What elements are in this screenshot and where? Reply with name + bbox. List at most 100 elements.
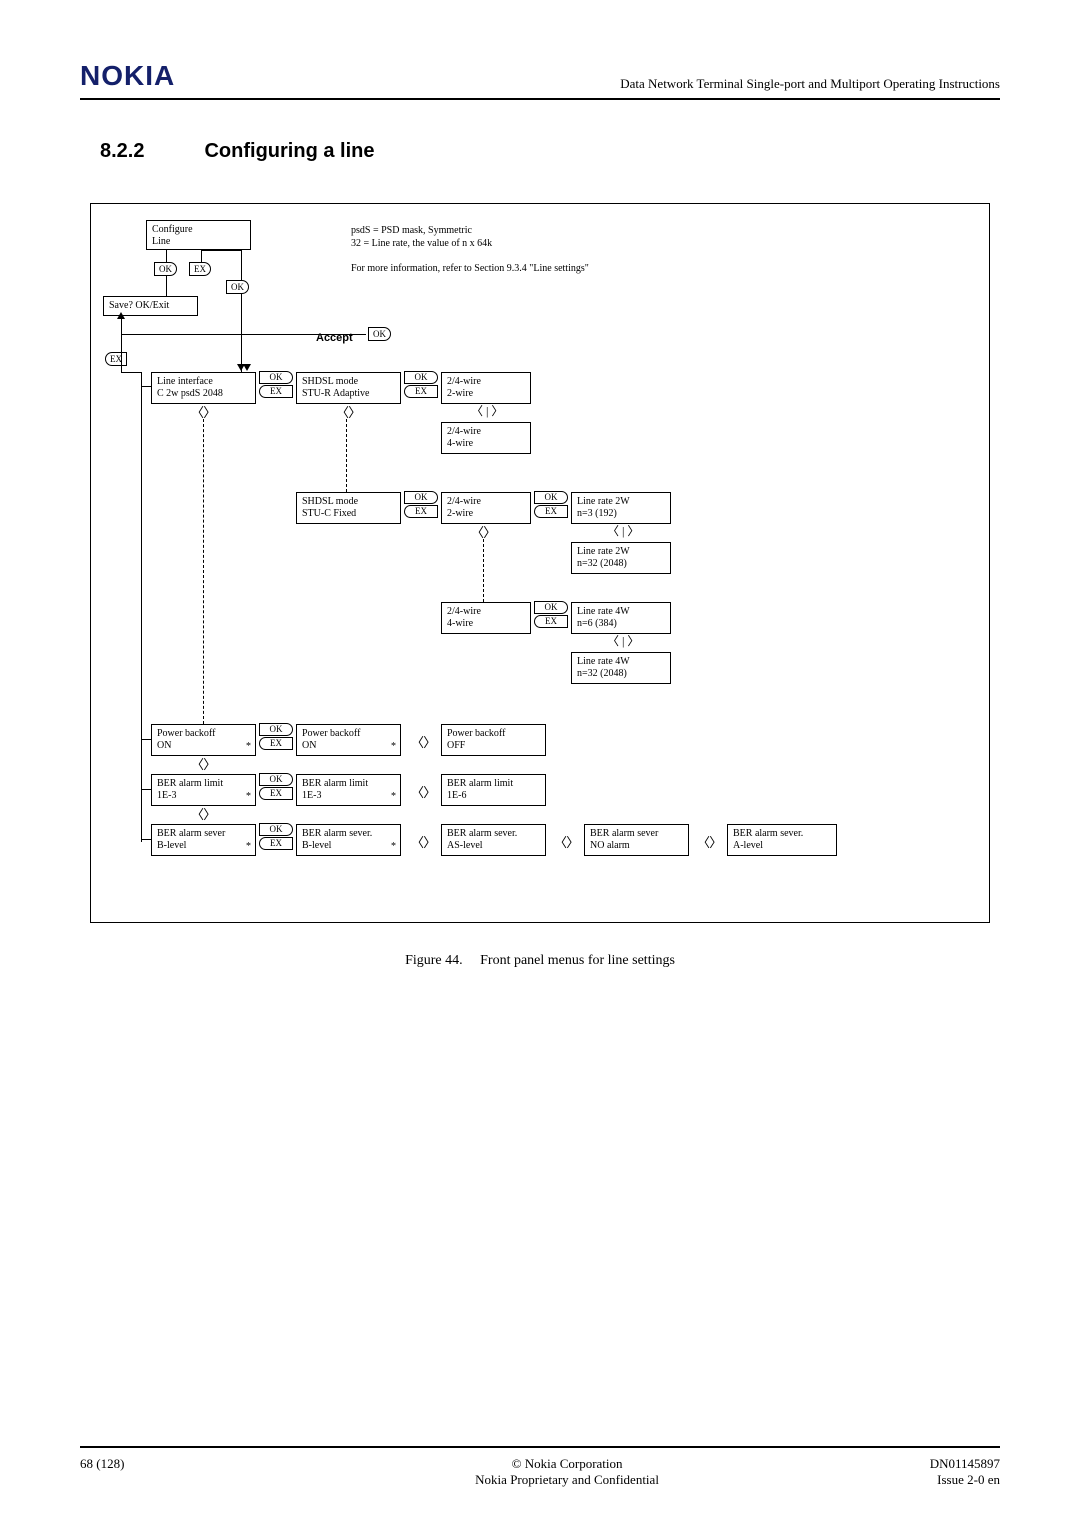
doc-title: Data Network Terminal Single-port and Mu… (620, 76, 1000, 92)
node-berlim3: BER alarm limit 1E-6 (441, 774, 546, 806)
txt: 1E-6 (447, 790, 466, 801)
txt: Line rate 4W (577, 656, 630, 667)
txt: 2/4-wire (447, 426, 481, 437)
tag-ex: EX (534, 615, 568, 628)
txt: OFF (447, 740, 465, 751)
node-pbo: Power backoff ON * (151, 724, 256, 756)
node-rate4w-a: Line rate 4W n=6 (384) (571, 602, 671, 634)
tag-ex-up: EX (105, 352, 127, 366)
txt: BER alarm limit (302, 778, 368, 789)
lr-icon (191, 754, 214, 773)
node-pbo-on2: Power backoff ON * (296, 724, 401, 756)
tag-ex: EX (404, 505, 438, 518)
node-rate4w-b: Line rate 4W n=32 (2048) (571, 652, 671, 684)
txt: STU-R Adaptive (302, 388, 370, 399)
asterisk: * (391, 741, 396, 753)
node-bersev3: BER alarm sever. AS-level (441, 824, 546, 856)
node-rate2w-a: Line rate 2W n=3 (192) (571, 492, 671, 524)
node-line-interface: Line interface C 2w psdS 2048 (151, 372, 256, 404)
txt: Power backoff (302, 728, 360, 739)
txt: 1E-3 (157, 790, 176, 801)
figure-frame: Configure Line OK EX Save? OK/Exit EX OK… (90, 203, 990, 923)
lr-icon (607, 522, 639, 539)
nokia-logo: NOKIA (80, 60, 175, 92)
txt: NO alarm (590, 840, 630, 851)
node-24wire-4-adapt: 2/4-wire 4-wire (441, 422, 531, 454)
txt: BER alarm sever (590, 828, 658, 839)
tag-ok: OK (259, 723, 293, 736)
caption-label: Figure 44. (405, 953, 463, 968)
tag-ok: OK (259, 371, 293, 384)
node-24wire-2-fixed: 2/4-wire 2-wire (441, 492, 531, 524)
tag-ok: OK (154, 262, 177, 276)
txt: BER alarm sever (157, 828, 225, 839)
tag-ex: EX (404, 385, 438, 398)
txt: SHDSL mode (302, 376, 358, 387)
txt: 2-wire (447, 388, 473, 399)
node-bersev2: BER alarm sever. B-level * (296, 824, 401, 856)
footer-copyright: © Nokia Corporation (512, 1456, 623, 1471)
txt: AS-level (447, 840, 483, 851)
txt: 2/4-wire (447, 376, 481, 387)
asterisk: * (391, 791, 396, 803)
txt: 1E-3 (302, 790, 321, 801)
txt: B-level (302, 840, 331, 851)
txt: n=3 (192) (577, 508, 617, 519)
node-24wire-2: 2/4-wire 2-wire (441, 372, 531, 404)
txt: Line rate 4W (577, 606, 630, 617)
asterisk: * (391, 841, 396, 853)
lr-icon (554, 832, 577, 851)
lr-icon (191, 804, 214, 823)
txt: Power backoff (447, 728, 505, 739)
tag-ok: OK (259, 823, 293, 836)
node-berlim: BER alarm limit 1E-3 * (151, 774, 256, 806)
tag-ok: OK (534, 601, 568, 614)
tag-ok-accept: OK (368, 327, 391, 341)
tag-ok: OK (534, 491, 568, 504)
page-header: NOKIA Data Network Terminal Single-port … (80, 60, 1000, 100)
tag-ok: OK (259, 773, 293, 786)
txt: BER alarm limit (157, 778, 223, 789)
section-number: 8.2.2 (100, 140, 144, 163)
txt: Line interface (157, 376, 213, 387)
caption-text: Front panel menus for line settings (480, 953, 675, 968)
txt: SHDSL mode (302, 496, 358, 507)
tag-ex: EX (259, 787, 293, 800)
txt: n=32 (2048) (577, 558, 627, 569)
node-pbo-off: Power backoff OFF (441, 724, 546, 756)
footer-page: 68 (128) (80, 1456, 124, 1488)
tag-ex: EX (259, 837, 293, 850)
txt: BER alarm limit (447, 778, 513, 789)
asterisk: * (246, 791, 251, 803)
footer-docnum: DN01145897 (930, 1456, 1000, 1471)
lr-icon (411, 832, 434, 851)
lr-icon (411, 732, 434, 751)
footer-confidential: Nokia Proprietary and Confidential (475, 1472, 659, 1487)
txt: 4-wire (447, 438, 473, 449)
tag-ok: OK (404, 491, 438, 504)
txt: 2/4-wire (447, 496, 481, 507)
tag-ex: EX (534, 505, 568, 518)
lr-icon (607, 632, 639, 649)
txt: C 2w psdS 2048 (157, 388, 223, 399)
txt: Power backoff (157, 728, 215, 739)
node-rate2w-b: Line rate 2W n=32 (2048) (571, 542, 671, 574)
txt: ON (157, 740, 171, 751)
note-1: psdS = PSD mask, Symmetric (351, 224, 472, 238)
tag-ex: EX (189, 262, 211, 276)
node-berlim2: BER alarm limit 1E-3 * (296, 774, 401, 806)
txt: 4-wire (447, 618, 473, 629)
asterisk: * (246, 741, 251, 753)
txt: n=32 (2048) (577, 668, 627, 679)
asterisk: * (246, 841, 251, 853)
node-shdsl-adaptive: SHDSL mode STU-R Adaptive (296, 372, 401, 404)
txt: 2/4-wire (447, 606, 481, 617)
txt: BER alarm sever. (733, 828, 803, 839)
txt: BER alarm sever. (302, 828, 372, 839)
node-24wire-4-fixed: 2/4-wire 4-wire (441, 602, 531, 634)
txt: Line rate 2W (577, 546, 630, 557)
txt: 2-wire (447, 508, 473, 519)
node-shdsl-fixed: SHDSL mode STU-C Fixed (296, 492, 401, 524)
lr-icon (336, 402, 359, 421)
note-3: For more information, refer to Section 9… (351, 262, 589, 276)
